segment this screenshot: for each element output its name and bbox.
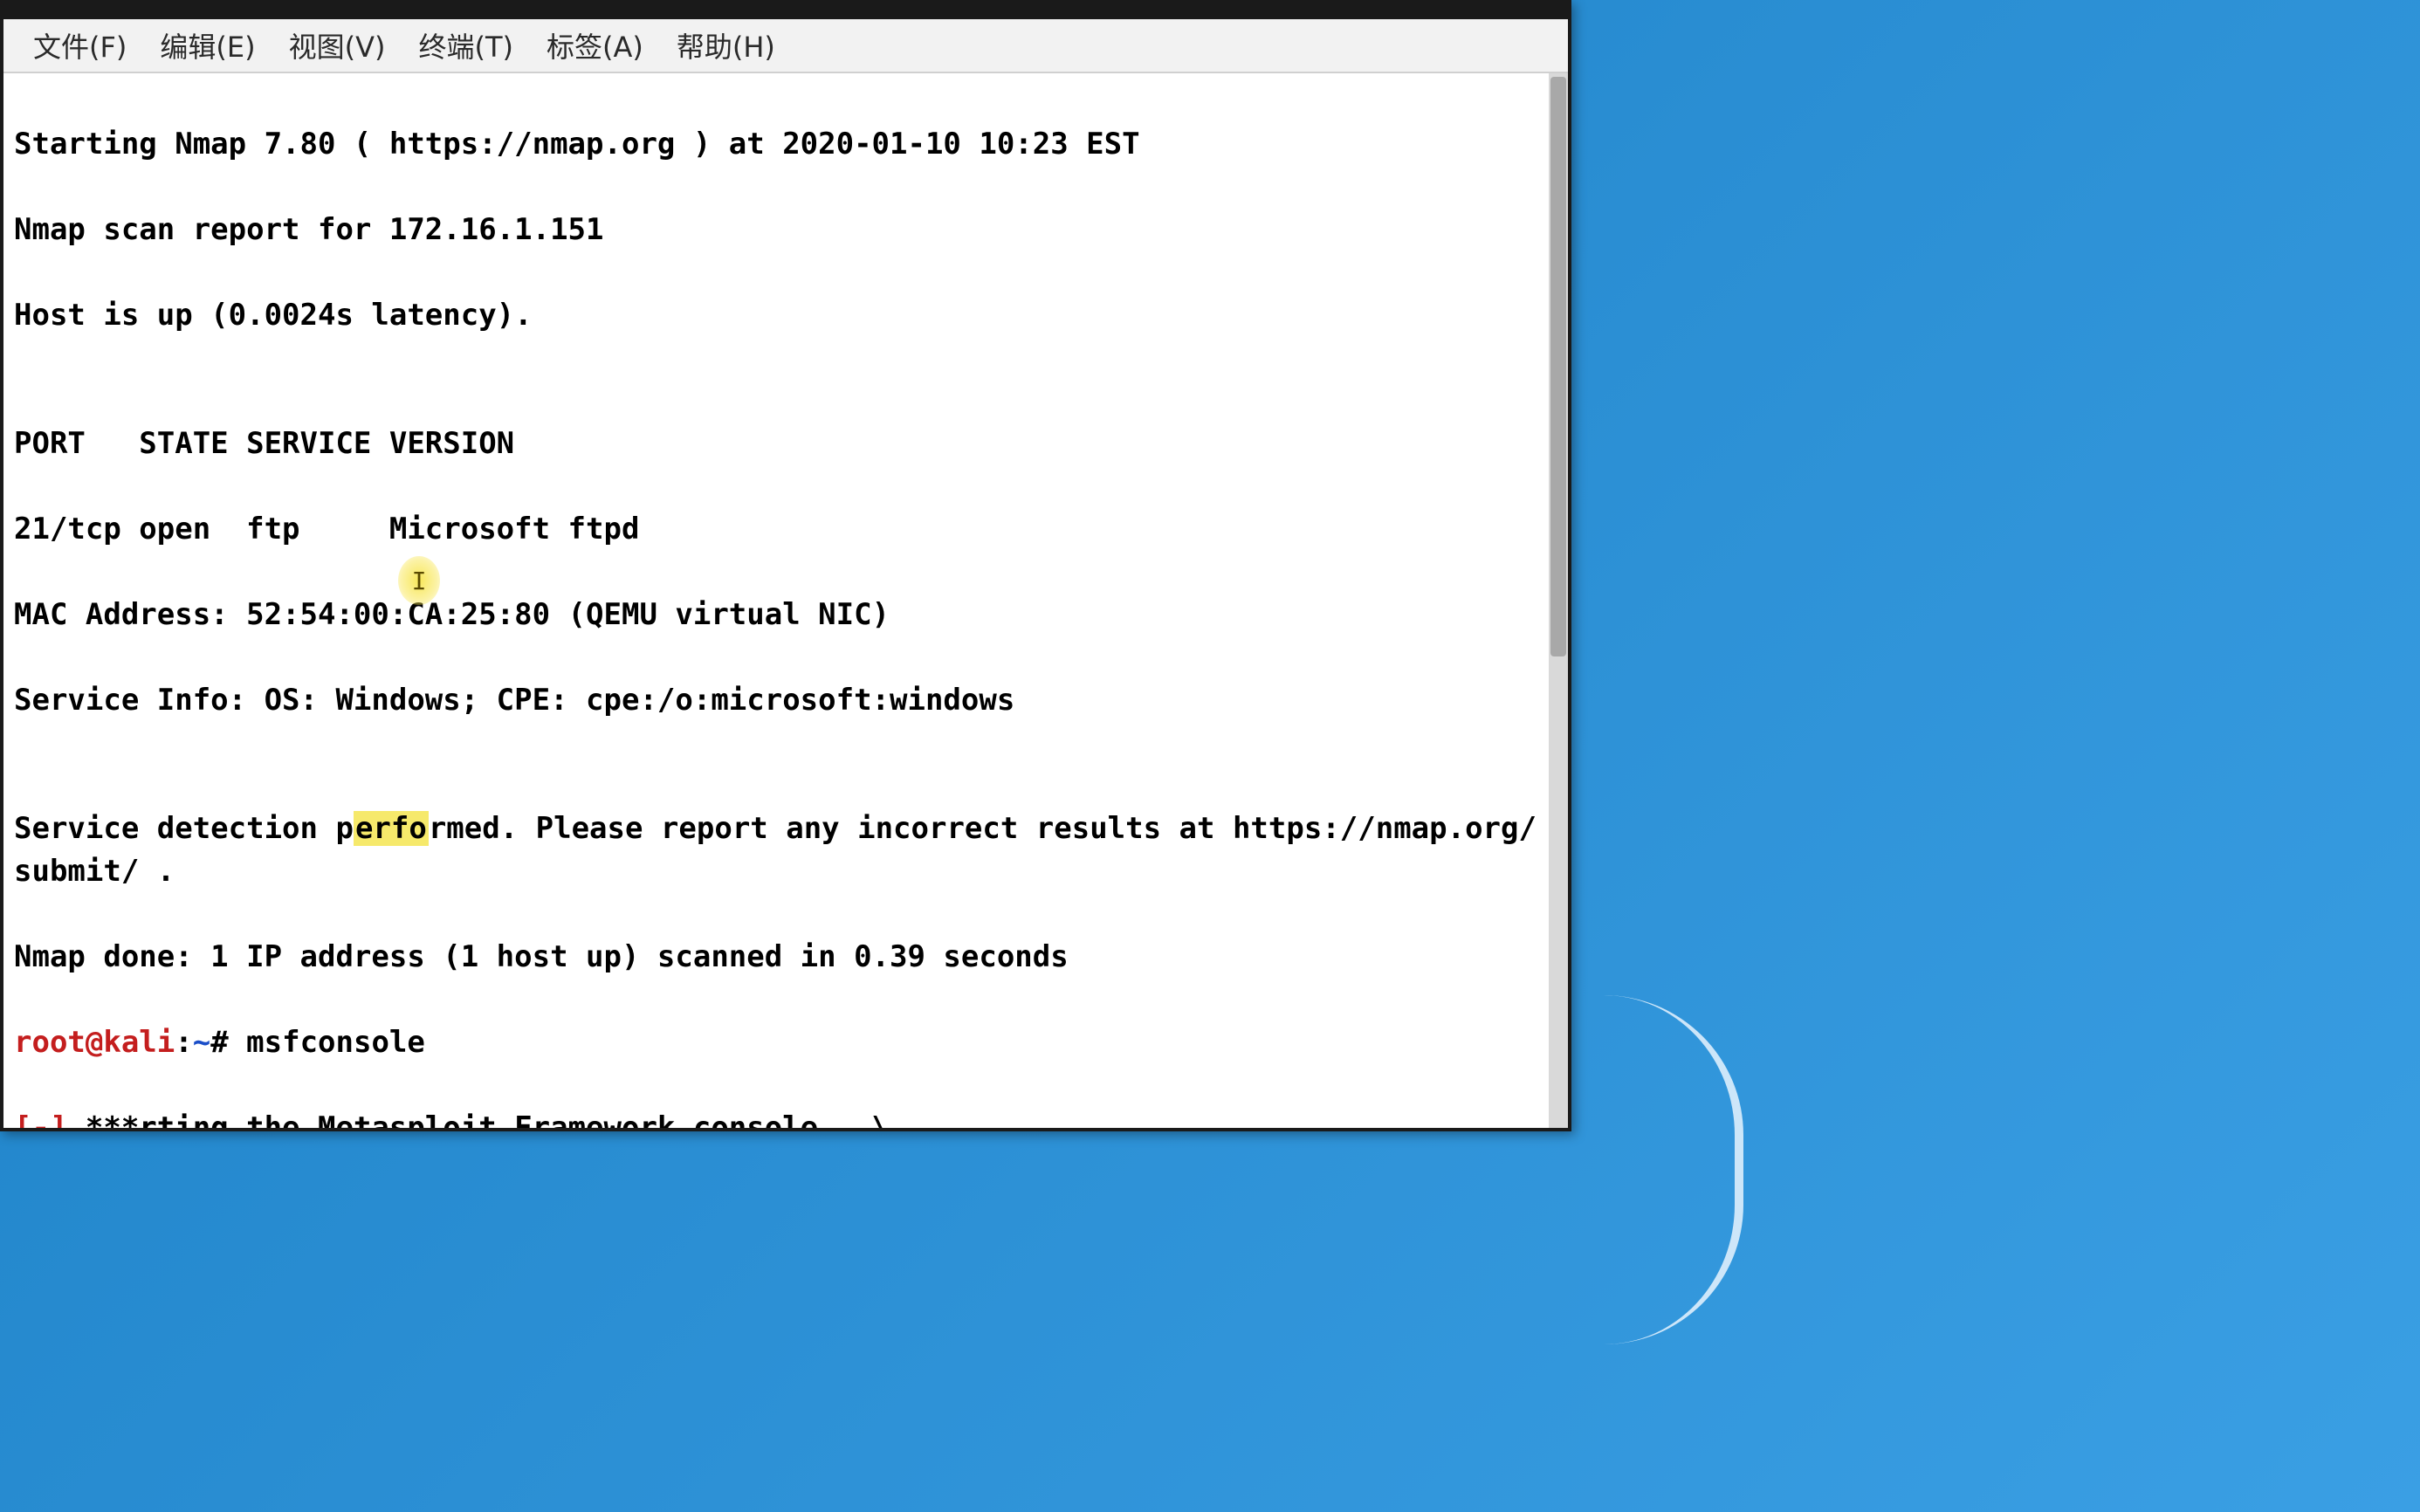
status-minus-icon: [-] [14,1110,67,1128]
prompt-user-host: root@kali [14,1025,175,1060]
window-titlebar[interactable] [3,3,1568,19]
prompt-separator: : [175,1025,192,1060]
output-line: 21/tcp open ftp Microsoft ftpd [14,508,1538,551]
prompt-hash: # [210,1025,228,1060]
terminal-window: 文件(F) 编辑(E) 视图(V) 终端(T) 标签(A) 帮助(H) Star… [0,0,1571,1131]
output-line: Service detection performed. Please repo… [14,808,1538,893]
menu-file[interactable]: 文件(F) [24,22,135,69]
output-line: Service Info: OS: Windows; CPE: cpe:/o:m… [14,679,1538,722]
scrollbar-vertical[interactable] [1549,73,1568,1128]
output-line: Nmap done: 1 IP address (1 host up) scan… [14,936,1538,979]
output-line: MAC Address: 52:54:00:CA:25:80 (QEMU vir… [14,594,1538,636]
output-line: [-] ***rting the Metasploit Framework co… [14,1107,1538,1128]
terminal-body[interactable]: Starting Nmap 7.80 ( https://nmap.org ) … [3,73,1568,1128]
scrollbar-thumb[interactable] [1550,77,1566,656]
mouse-highlight: erfo [354,811,429,846]
menu-help[interactable]: 帮助(H) [668,22,784,69]
output-text: ***rting the Metasploit Framework consol… [67,1110,890,1128]
menu-terminal[interactable]: 终端(T) [409,22,522,69]
terminal-output[interactable]: Starting Nmap 7.80 ( https://nmap.org ) … [3,73,1549,1128]
output-line: PORT STATE SERVICE VERSION [14,423,1538,465]
menu-view[interactable]: 视图(V) [280,22,395,69]
output-line: Nmap scan report for 172.16.1.151 [14,209,1538,251]
output-line: Host is up (0.0024s latency). [14,294,1538,337]
menu-bar: 文件(F) 编辑(E) 视图(V) 终端(T) 标签(A) 帮助(H) [3,19,1568,73]
menu-edit[interactable]: 编辑(E) [151,22,264,69]
output-text: Service detection p [14,811,354,846]
desktop-wallpaper-swoosh [1604,995,1743,1344]
output-line: Starting Nmap 7.80 ( https://nmap.org ) … [14,123,1538,166]
command-text: msfconsole [229,1025,425,1060]
prompt-path: ~ [193,1025,210,1060]
menu-tabs[interactable]: 标签(A) [538,22,652,69]
prompt-line: root@kali:~# msfconsole [14,1021,1538,1064]
